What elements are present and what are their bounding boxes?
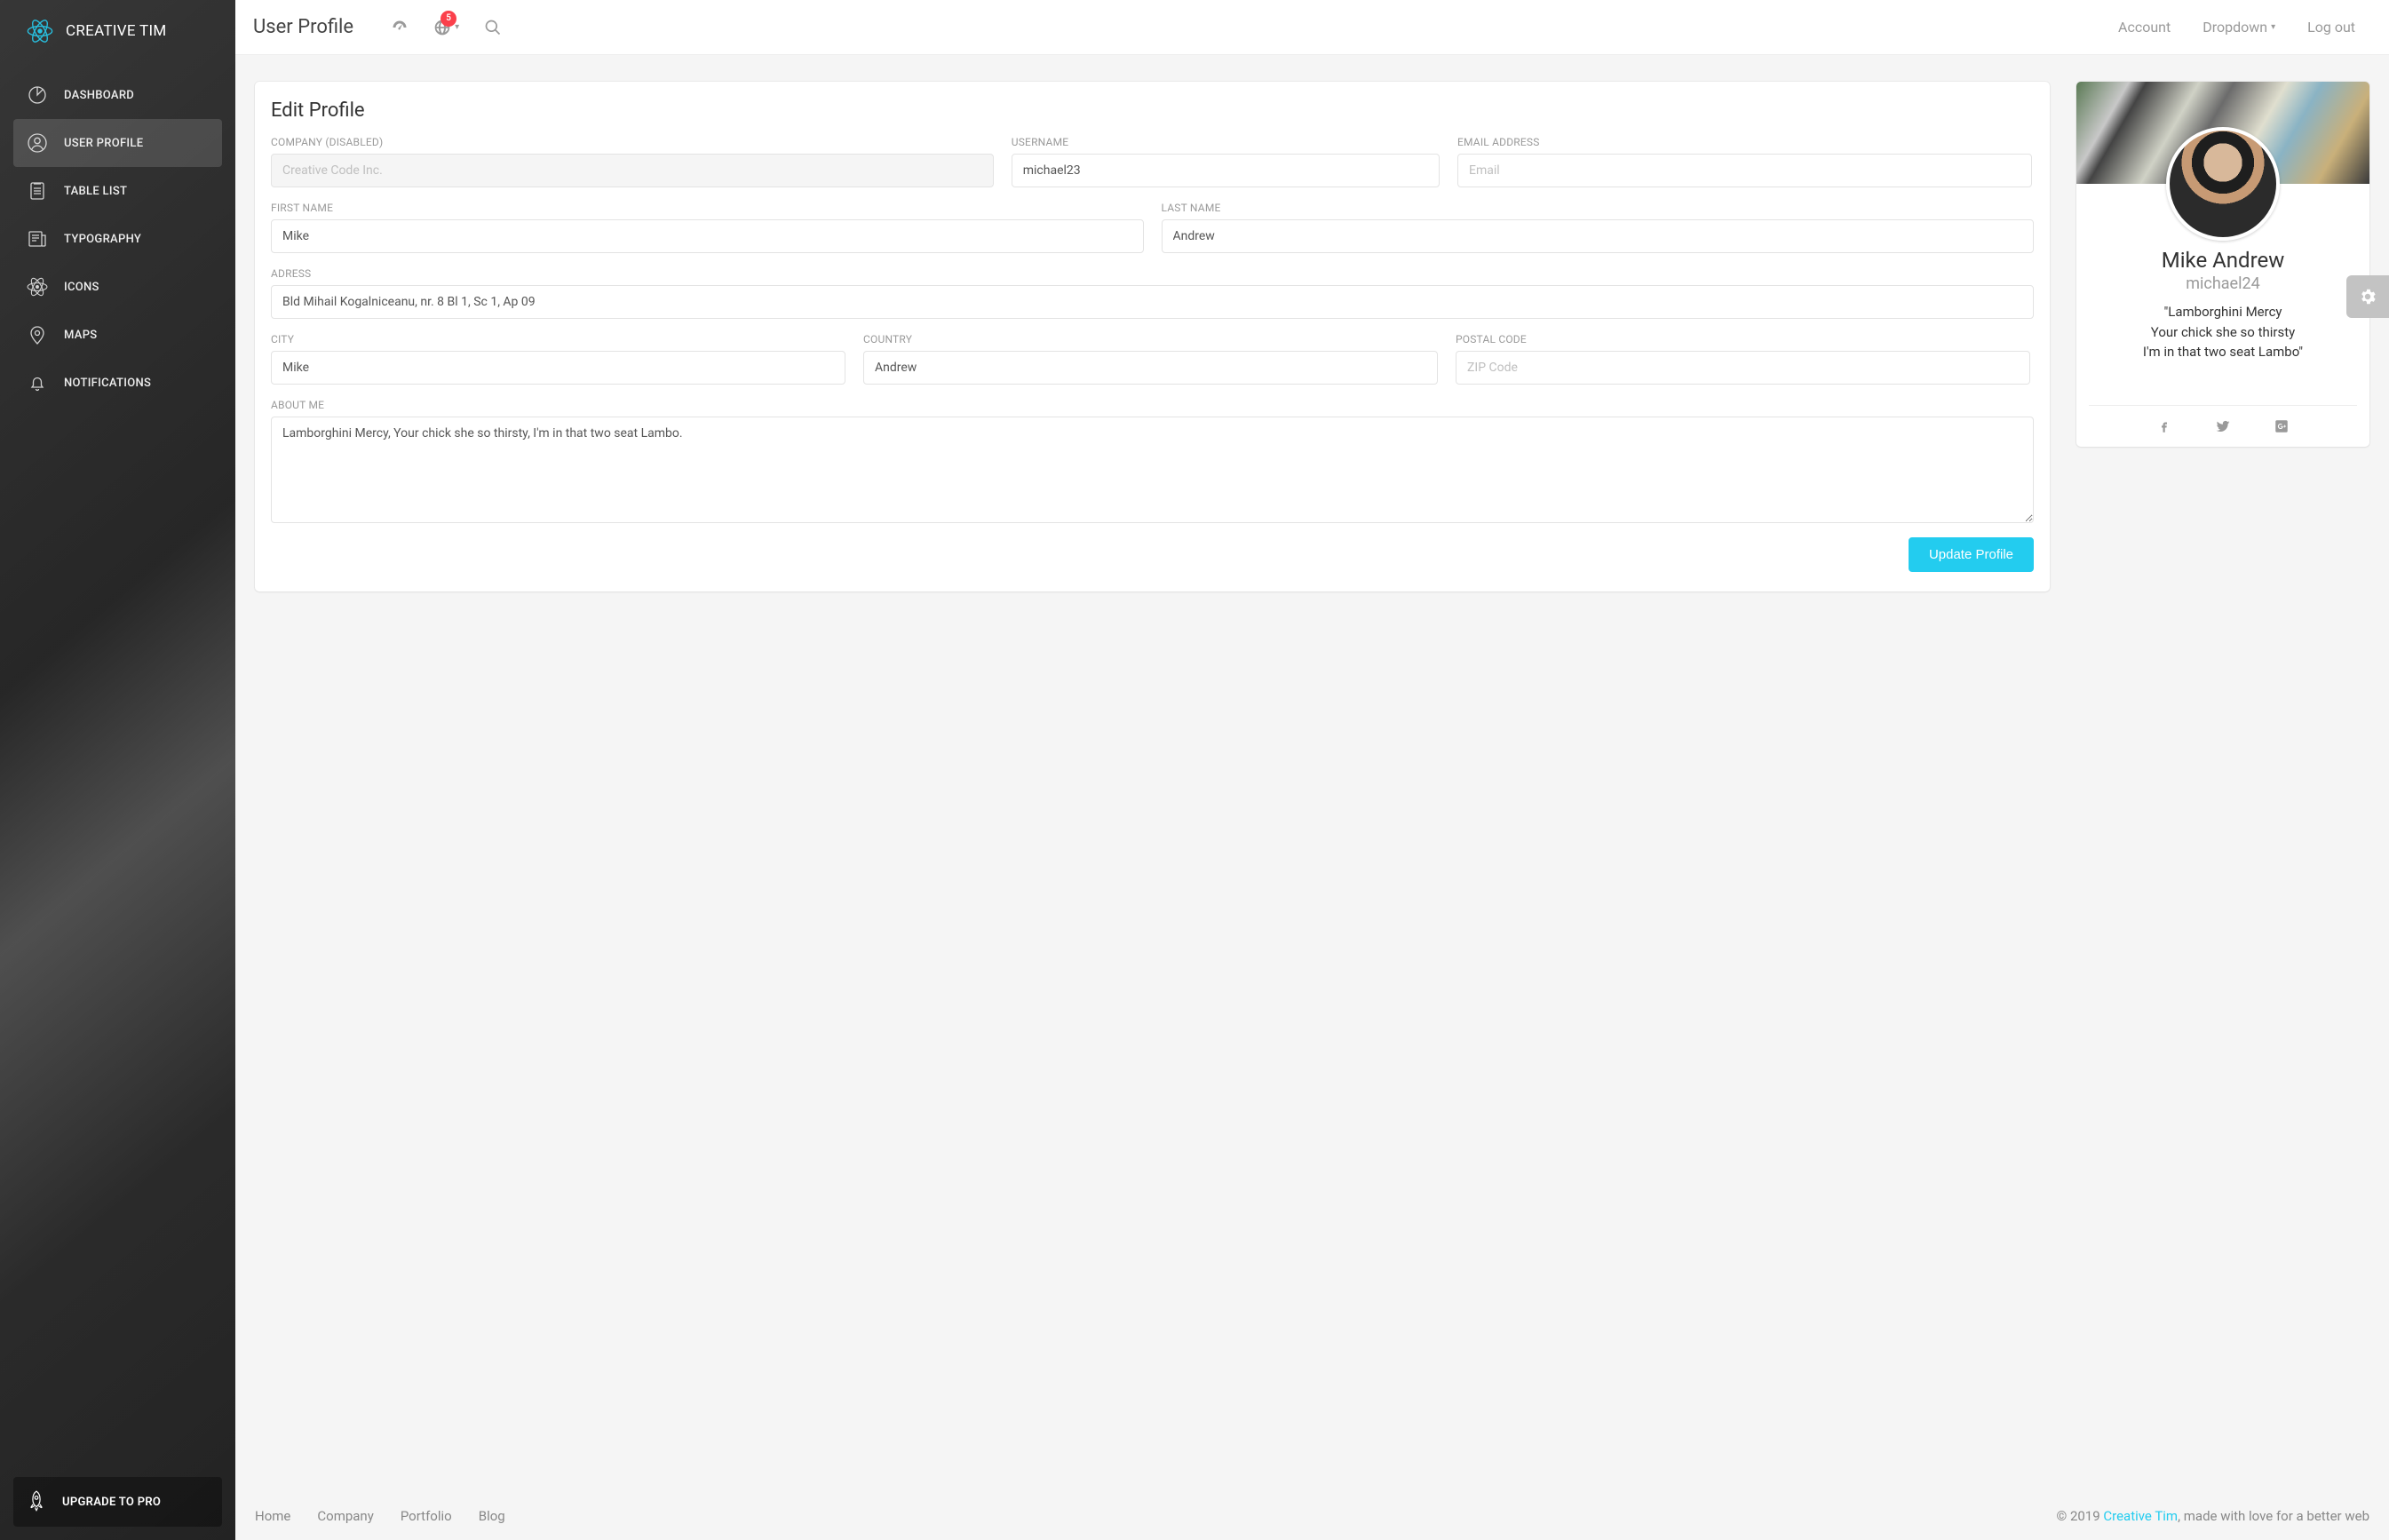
- dashboard-icon-button[interactable]: [378, 13, 421, 42]
- company-field: [271, 154, 994, 187]
- footer-link-blog[interactable]: Blog: [479, 1508, 505, 1524]
- upgrade-to-pro-button[interactable]: UPGRADE TO PRO: [13, 1477, 222, 1527]
- footer-brand-link[interactable]: Creative Tim: [2103, 1508, 2178, 1524]
- avatar[interactable]: [2166, 127, 2280, 241]
- profile-quote: "Lamborghini Mercy Your chick she so thi…: [2092, 302, 2353, 362]
- dropdown-label: Dropdown: [2202, 19, 2267, 36]
- settings-fab[interactable]: [2346, 275, 2389, 318]
- dropdown-link[interactable]: Dropdown ▾: [2187, 12, 2291, 43]
- divider: [2089, 405, 2357, 406]
- sidebar-item-user-profile[interactable]: USER PROFILE: [13, 119, 222, 167]
- update-profile-button[interactable]: Update Profile: [1909, 537, 2034, 572]
- footer-copyright: © 2019 Creative Tim, made with love for …: [2056, 1508, 2369, 1524]
- username-field[interactable]: [1012, 154, 1440, 187]
- sidebar-item-typography[interactable]: TYPOGRAPHY: [13, 215, 222, 263]
- city-label: CITY: [271, 333, 845, 345]
- email-label: EMAIL ADDRESS: [1457, 136, 2032, 148]
- about-label: ABOUT ME: [271, 399, 2034, 411]
- profile-handle: michael24: [2092, 274, 2353, 293]
- sidebar: CREATIVE TIM DASHBOARD USER PROFILE TABL…: [0, 0, 235, 1540]
- google-plus-icon[interactable]: [2274, 418, 2290, 434]
- page-title: User Profile: [253, 16, 353, 38]
- sidebar-item-label: DASHBOARD: [64, 89, 134, 102]
- clipboard-list-icon: [27, 180, 48, 202]
- sidebar-item-label: TABLE LIST: [64, 185, 127, 198]
- footer-link-portfolio[interactable]: Portfolio: [401, 1508, 452, 1524]
- sidebar-item-maps[interactable]: MAPS: [13, 311, 222, 359]
- sidebar-item-notifications[interactable]: NOTIFICATIONS: [13, 359, 222, 407]
- pie-chart-icon: [27, 84, 48, 106]
- sidebar-item-label: ICONS: [64, 281, 99, 294]
- sidebar-item-icons[interactable]: ICONS: [13, 263, 222, 311]
- caret-down-icon: ▾: [455, 22, 459, 32]
- upgrade-label: UPGRADE TO PRO: [62, 1496, 161, 1509]
- country-label: COUNTRY: [863, 333, 1438, 345]
- main-panel: User Profile 5 ▾ Account Dropdown ▾ Log …: [235, 0, 2389, 1540]
- sidebar-item-label: NOTIFICATIONS: [64, 377, 151, 390]
- react-icon: [27, 18, 53, 44]
- content-area: Edit Profile COMPANY (DISABLED) USERNAME…: [235, 55, 2389, 1501]
- facebook-icon[interactable]: [2156, 418, 2172, 434]
- sidebar-item-label: MAPS: [64, 329, 97, 342]
- atom-icon: [27, 276, 48, 298]
- profile-name: Mike Andrew: [2092, 248, 2353, 273]
- form-heading: Edit Profile: [271, 99, 2034, 122]
- last-name-field[interactable]: [1162, 219, 2035, 253]
- dashboard-icon: [391, 19, 409, 36]
- sidebar-item-table-list[interactable]: TABLE LIST: [13, 167, 222, 215]
- bell-icon: [27, 372, 48, 393]
- upgrade-container: UPGRADE TO PRO: [0, 1464, 235, 1540]
- last-name-label: LAST NAME: [1162, 202, 2035, 214]
- company-label: COMPANY (DISABLED): [271, 136, 994, 148]
- first-name-field[interactable]: [271, 219, 1144, 253]
- map-pin-icon: [27, 324, 48, 345]
- username-label: USERNAME: [1012, 136, 1440, 148]
- first-name-label: FIRST NAME: [271, 202, 1144, 214]
- account-link[interactable]: Account: [2102, 12, 2187, 43]
- postal-label: POSTAL CODE: [1456, 333, 2030, 345]
- about-me-field[interactable]: [271, 417, 2034, 523]
- address-label: ADRESS: [271, 267, 2034, 280]
- brand-text: CREATIVE TIM: [66, 22, 167, 40]
- footer-link-home[interactable]: Home: [255, 1508, 290, 1524]
- twitter-icon[interactable]: [2215, 418, 2231, 434]
- email-field[interactable]: [1457, 154, 2032, 187]
- search-button[interactable]: [472, 13, 514, 42]
- user-profile-card: Mike Andrew michael24 "Lamborghini Mercy…: [2076, 82, 2369, 447]
- footer-link-company[interactable]: Company: [317, 1508, 373, 1524]
- notifications-dropdown[interactable]: 5 ▾: [421, 13, 472, 42]
- edit-profile-card: Edit Profile COMPANY (DISABLED) USERNAME…: [255, 82, 2050, 591]
- topbar: User Profile 5 ▾ Account Dropdown ▾ Log …: [235, 0, 2389, 55]
- notification-badge: 5: [440, 11, 456, 27]
- gear-icon: [2358, 287, 2377, 306]
- postal-code-field[interactable]: [1456, 351, 2030, 385]
- sidebar-nav: DASHBOARD USER PROFILE TABLE LIST TYPOGR…: [0, 62, 235, 1464]
- footer: Home Company Portfolio Blog © 2019 Creat…: [235, 1501, 2389, 1540]
- sidebar-item-label: USER PROFILE: [64, 137, 143, 150]
- caret-down-icon: ▾: [2271, 22, 2275, 32]
- user-circle-icon: [27, 132, 48, 154]
- city-field[interactable]: [271, 351, 845, 385]
- logout-link[interactable]: Log out: [2291, 12, 2371, 43]
- country-field[interactable]: [863, 351, 1438, 385]
- rocket-icon: [27, 1489, 46, 1514]
- sidebar-item-dashboard[interactable]: DASHBOARD: [13, 71, 222, 119]
- news-icon: [27, 228, 48, 250]
- sidebar-item-label: TYPOGRAPHY: [64, 233, 141, 246]
- address-field[interactable]: [271, 285, 2034, 319]
- brand-logo[interactable]: CREATIVE TIM: [0, 0, 235, 62]
- search-icon: [484, 19, 502, 36]
